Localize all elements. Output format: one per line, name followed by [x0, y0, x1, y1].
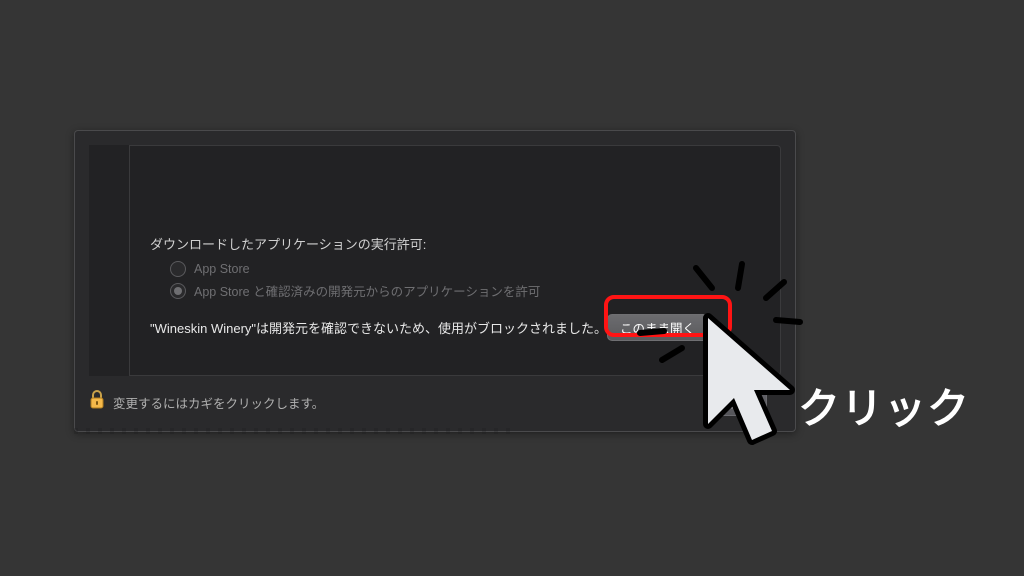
radio-identified-row: App Store と確認済みの開発元からのアプリケーションを許可	[170, 281, 765, 300]
allow-apps-section-title: ダウンロードしたアプリケーションの実行許可:	[150, 234, 765, 253]
open-anyway-button[interactable]: このまま開く	[607, 314, 708, 341]
radio-appstore-row: App Store	[170, 261, 765, 277]
annotation-click-label: クリック	[798, 375, 970, 436]
lock-footer-text: 変更するにはカギをクリックします。	[113, 393, 324, 412]
radio-appstore	[170, 261, 186, 277]
radio-identified-label: App Store と確認済みの開発元からのアプリケーションを許可	[194, 281, 540, 300]
decorative-stripe	[74, 428, 514, 434]
radio-identified-developers	[170, 283, 186, 299]
panel-left-gutter	[89, 145, 130, 376]
security-privacy-panel: ダウンロードしたアプリケーションの実行許可: App Store App Sto…	[74, 130, 796, 432]
lock-icon[interactable]	[89, 390, 105, 415]
blocked-app-message: "Wineskin Winery"は開発元を確認できないため、使用がブロックされ…	[150, 318, 607, 337]
radio-appstore-label: App Store	[194, 262, 250, 276]
advanced-button[interactable]: 詳細...	[706, 389, 767, 416]
